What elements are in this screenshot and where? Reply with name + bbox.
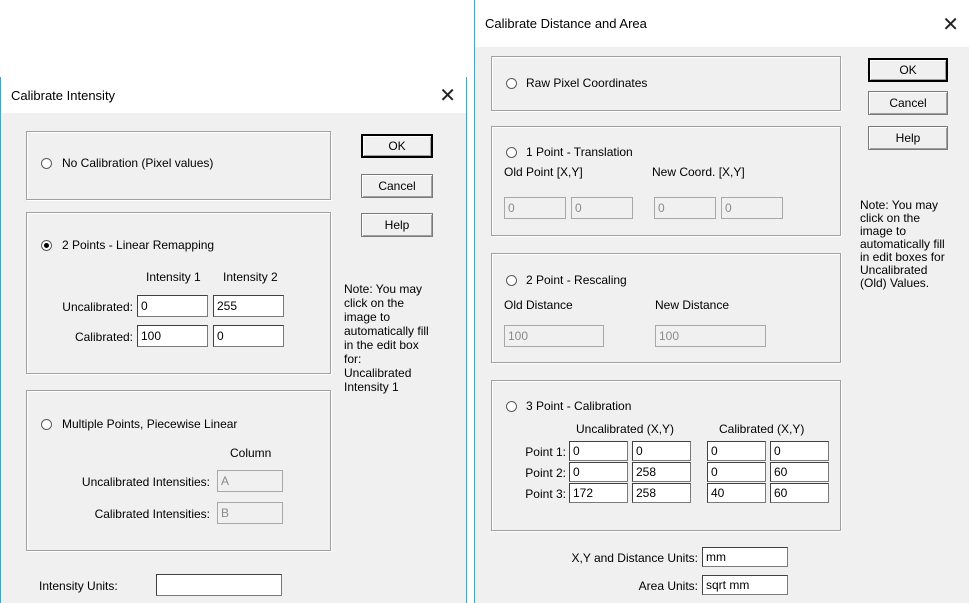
no-calibration-label: No Calibration (Pixel values) — [62, 156, 214, 170]
calibrated-intensity-2-input[interactable] — [213, 325, 284, 347]
distance-units-label: X,Y and Distance Units: — [571, 551, 698, 565]
two-points-label: 2 Points - Linear Remapping — [62, 238, 215, 252]
two-points-group: 2 Points - Linear Remapping Intensity 1 … — [26, 212, 331, 374]
intensity-units-label: Intensity Units: — [39, 579, 118, 593]
column-header: Column — [230, 446, 272, 460]
point-3-uncal-y-input[interactable] — [632, 483, 691, 503]
one-point-label: 1 Point - Translation — [526, 145, 633, 159]
cancel-button[interactable]: Cancel — [361, 174, 433, 198]
calibrated-intensities-label: Calibrated Intensities: — [94, 507, 210, 521]
uncalibrated-column-input[interactable] — [217, 470, 283, 492]
point-2-uncal-y-input[interactable] — [632, 462, 691, 482]
intensity-1-header: Intensity 1 — [146, 270, 201, 284]
help-note: Note: You may click on the image to auto… — [860, 198, 945, 290]
new-coord-y-input[interactable] — [721, 197, 783, 219]
dialog-title: Calibrate Intensity — [11, 88, 116, 103]
point-1-uncal-y-input[interactable] — [632, 441, 691, 461]
intensity-units-input[interactable] — [156, 574, 282, 596]
old-point-label: Old Point [X,Y] — [504, 165, 583, 179]
point-3-cal-x-input[interactable] — [707, 483, 766, 503]
raw-pixel-group: Raw Pixel Coordinates — [491, 56, 841, 111]
help-button[interactable]: Help — [868, 126, 948, 150]
uncalibrated-xy-header: Uncalibrated (X,Y) — [576, 422, 675, 436]
help-button[interactable]: Help — [361, 213, 433, 237]
point-3-uncal-x-input[interactable] — [569, 483, 628, 503]
area-units-input[interactable] — [702, 575, 788, 595]
ok-button[interactable]: OK — [868, 58, 948, 82]
point-3-label: Point 3: — [525, 487, 566, 501]
point-1-uncal-x-input[interactable] — [569, 441, 628, 461]
uncalibrated-intensities-label: Uncalibrated Intensities: — [81, 475, 210, 489]
multiple-points-radio[interactable] — [41, 419, 52, 430]
two-point-group: 2 Point - Rescaling Old Distance New Dis… — [491, 253, 841, 363]
point-1-label: Point 1: — [525, 445, 566, 459]
old-point-y-input[interactable] — [571, 197, 633, 219]
area-units-label: Area Units: — [638, 579, 698, 593]
title-bar: Calibrate Distance and Area ✕ — [475, 0, 969, 47]
intensity-2-header: Intensity 2 — [223, 270, 278, 284]
title-bar: Calibrate Intensity ✕ — [1, 77, 466, 113]
uncalibrated-label: Uncalibrated: — [62, 300, 133, 314]
distance-units-input[interactable] — [702, 547, 788, 567]
point-2-cal-x-input[interactable] — [707, 462, 766, 482]
uncalibrated-intensity-2-input[interactable] — [213, 295, 284, 317]
no-calibration-radio[interactable] — [41, 158, 52, 169]
calibrate-distance-area-dialog: Calibrate Distance and Area ✕ Raw Pixel … — [474, 0, 969, 603]
two-point-label: 2 Point - Rescaling — [526, 273, 627, 287]
uncalibrated-intensity-1-input[interactable] — [137, 295, 208, 317]
ok-button[interactable]: OK — [361, 134, 433, 158]
close-icon[interactable]: ✕ — [942, 12, 959, 37]
point-3-cal-y-input[interactable] — [770, 483, 829, 503]
three-point-label: 3 Point - Calibration — [526, 399, 632, 413]
point-2-uncal-x-input[interactable] — [569, 462, 628, 482]
raw-pixel-label: Raw Pixel Coordinates — [526, 76, 648, 90]
multiple-points-group: Multiple Points, Piecewise Linear Column… — [26, 390, 331, 551]
three-point-group: 3 Point - Calibration Uncalibrated (X,Y)… — [491, 380, 841, 531]
point-2-label: Point 2: — [525, 466, 566, 480]
old-distance-label: Old Distance — [504, 298, 573, 312]
calibrated-label: Calibrated: — [74, 330, 133, 344]
calibrated-xy-header: Calibrated (X,Y) — [719, 422, 805, 436]
one-point-radio[interactable] — [506, 147, 517, 158]
one-point-group: 1 Point - Translation Old Point [X,Y] Ne… — [491, 126, 841, 236]
no-calibration-group: No Calibration (Pixel values) — [26, 131, 331, 200]
two-points-radio[interactable] — [41, 240, 52, 251]
new-coord-x-input[interactable] — [654, 197, 716, 219]
two-point-radio[interactable] — [506, 275, 517, 286]
point-1-cal-y-input[interactable] — [770, 441, 829, 461]
point-2-cal-y-input[interactable] — [770, 462, 829, 482]
raw-pixel-radio[interactable] — [506, 78, 517, 89]
new-distance-input[interactable] — [655, 325, 766, 347]
multiple-points-label: Multiple Points, Piecewise Linear — [62, 417, 238, 431]
cancel-button[interactable]: Cancel — [868, 91, 948, 115]
calibrated-column-input[interactable] — [217, 502, 283, 524]
point-1-cal-x-input[interactable] — [707, 441, 766, 461]
help-note: Note: You may click on the image to auto… — [344, 282, 429, 394]
new-coord-label: New Coord. [X,Y] — [652, 165, 745, 179]
old-point-x-input[interactable] — [504, 197, 566, 219]
dialog-title: Calibrate Distance and Area — [485, 16, 647, 31]
calibrated-intensity-1-input[interactable] — [137, 325, 208, 347]
calibrate-intensity-dialog: Calibrate Intensity ✕ No Calibration (Pi… — [0, 77, 467, 603]
three-point-radio[interactable] — [506, 401, 517, 412]
close-icon[interactable]: ✕ — [439, 83, 456, 108]
old-distance-input[interactable] — [504, 325, 604, 347]
new-distance-label: New Distance — [655, 298, 730, 312]
